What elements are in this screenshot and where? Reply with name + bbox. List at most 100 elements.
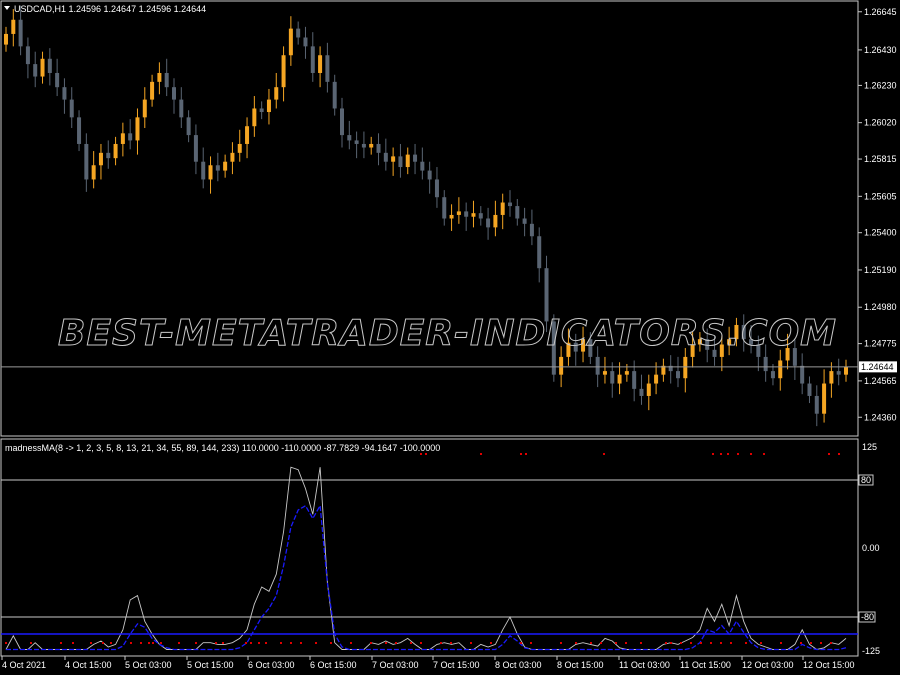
main-chart-frame bbox=[0, 0, 859, 437]
signal-dot bbox=[102, 642, 104, 644]
price-label: 1.24775 bbox=[864, 339, 897, 349]
time-axis: 4 Oct 2021 4 Oct 15:00 5 Oct 03:00 5 Oct 15… bbox=[1, 656, 855, 670]
time-label: 12 Oct 15:00 bbox=[803, 660, 855, 670]
time-label: 4 Oct 15:00 bbox=[65, 660, 112, 670]
signal-dot bbox=[370, 642, 372, 644]
level-label-125: 125 bbox=[862, 442, 877, 452]
time-label: 7 Oct 03:00 bbox=[372, 660, 419, 670]
signal-dot bbox=[72, 642, 74, 644]
chart-canvas[interactable]: USDCAD,H1 1.24596 1.24647 1.24596 1.2464… bbox=[0, 0, 900, 675]
signal-dot bbox=[110, 642, 112, 644]
signal-dot bbox=[700, 642, 702, 644]
signal-dot bbox=[245, 642, 247, 644]
signal-dot bbox=[760, 642, 762, 644]
signal-dot bbox=[420, 453, 422, 455]
signal-dot bbox=[178, 642, 180, 644]
signal-dot bbox=[280, 642, 282, 644]
time-label: 12 Oct 03:00 bbox=[742, 660, 794, 670]
time-label: 11 Oct 15:00 bbox=[680, 660, 731, 670]
signal-dot bbox=[520, 453, 522, 455]
signal-dot bbox=[90, 642, 92, 644]
signal-dot bbox=[258, 642, 260, 644]
signal-dot bbox=[603, 453, 605, 455]
signal-dot bbox=[600, 642, 602, 644]
signal-dot bbox=[727, 453, 729, 455]
signal-dot bbox=[800, 642, 802, 644]
level-label-minus-125: -125 bbox=[862, 646, 880, 656]
signal-dot bbox=[745, 642, 747, 644]
signal-dot bbox=[710, 642, 712, 644]
time-label: 5 Oct 15:00 bbox=[187, 660, 234, 670]
level-label-0: 0.00 bbox=[862, 543, 880, 553]
signal-dot bbox=[440, 642, 442, 644]
price-label: 1.26230 bbox=[864, 80, 897, 90]
time-label: 5 Oct 03:00 bbox=[125, 660, 172, 670]
signal-dot bbox=[480, 453, 482, 455]
signal-dot bbox=[470, 642, 472, 644]
signal-dot bbox=[315, 642, 317, 644]
price-label: 1.26430 bbox=[864, 45, 897, 55]
signal-dot bbox=[152, 642, 154, 644]
price-label: 1.25815 bbox=[864, 154, 897, 164]
signal-dot bbox=[750, 453, 752, 455]
signal-dot bbox=[838, 453, 840, 455]
time-label: 8 Oct 03:00 bbox=[495, 660, 542, 670]
signal-dot bbox=[215, 642, 217, 644]
price-label: 1.24980 bbox=[864, 302, 897, 312]
signal-dot bbox=[385, 642, 387, 644]
signal-dot bbox=[525, 453, 527, 455]
signal-dot bbox=[575, 642, 577, 644]
indicator-title: madnessMA(8 -> 1, 2, 3, 5, 8, 13, 21, 34… bbox=[5, 443, 440, 453]
signal-dot bbox=[680, 642, 682, 644]
signal-dot bbox=[590, 642, 592, 644]
signal-dot bbox=[410, 642, 412, 644]
signal-dot bbox=[350, 642, 352, 644]
signal-dot bbox=[763, 453, 765, 455]
price-label: 1.25400 bbox=[864, 228, 897, 238]
signal-dot bbox=[330, 642, 332, 644]
signal-dot bbox=[520, 642, 522, 644]
price-label: 1.24360 bbox=[864, 412, 897, 422]
signal-dot bbox=[730, 642, 732, 644]
time-label: 6 Oct 15:00 bbox=[310, 660, 357, 670]
signal-dot bbox=[290, 642, 292, 644]
signal-dot bbox=[5, 642, 7, 644]
signal-dot bbox=[560, 642, 562, 644]
signal-dot bbox=[222, 642, 224, 644]
time-label: 4 Oct 2021 bbox=[2, 660, 46, 670]
signal-dot bbox=[615, 642, 617, 644]
signal-dot bbox=[160, 642, 162, 644]
signal-dot bbox=[820, 642, 822, 644]
level-label-minus-80: -80 bbox=[861, 612, 874, 622]
signal-dot bbox=[712, 453, 714, 455]
signal-dot bbox=[830, 642, 832, 644]
signal-dot bbox=[30, 642, 32, 644]
signal-dot bbox=[148, 642, 150, 644]
signal-dot bbox=[140, 642, 142, 644]
signal-dot bbox=[130, 642, 132, 644]
signal-dot bbox=[60, 642, 62, 644]
price-label: 1.26020 bbox=[864, 118, 897, 128]
signal-dot bbox=[720, 642, 722, 644]
time-label: 6 Oct 03:00 bbox=[248, 660, 295, 670]
chart-title: USDCAD,H1 1.24596 1.24647 1.24596 1.2464… bbox=[14, 4, 206, 14]
signal-dot bbox=[737, 453, 739, 455]
signal-dot bbox=[300, 642, 302, 644]
signal-dot bbox=[780, 642, 782, 644]
time-label: 7 Oct 15:00 bbox=[433, 660, 480, 670]
signal-dot bbox=[450, 642, 452, 644]
signal-dot bbox=[490, 642, 492, 644]
signal-dot bbox=[265, 642, 267, 644]
current-price-label: 1.24644 bbox=[861, 362, 894, 372]
signal-dot bbox=[828, 453, 830, 455]
signal-dot bbox=[250, 642, 252, 644]
signal-dot bbox=[670, 642, 672, 644]
time-label: 11 Oct 03:00 bbox=[619, 660, 670, 670]
price-axis: 1.26645 1.26430 1.26230 1.26020 1.25815 1.256… bbox=[858, 7, 897, 422]
watermark: BEST-METATRADER-INDICATORS.COM bbox=[58, 313, 837, 354]
price-label: 1.26645 bbox=[864, 7, 897, 17]
signal-dot bbox=[425, 453, 427, 455]
signal-dot bbox=[810, 642, 812, 644]
signal-dot bbox=[195, 642, 197, 644]
signal-dot bbox=[395, 642, 397, 644]
